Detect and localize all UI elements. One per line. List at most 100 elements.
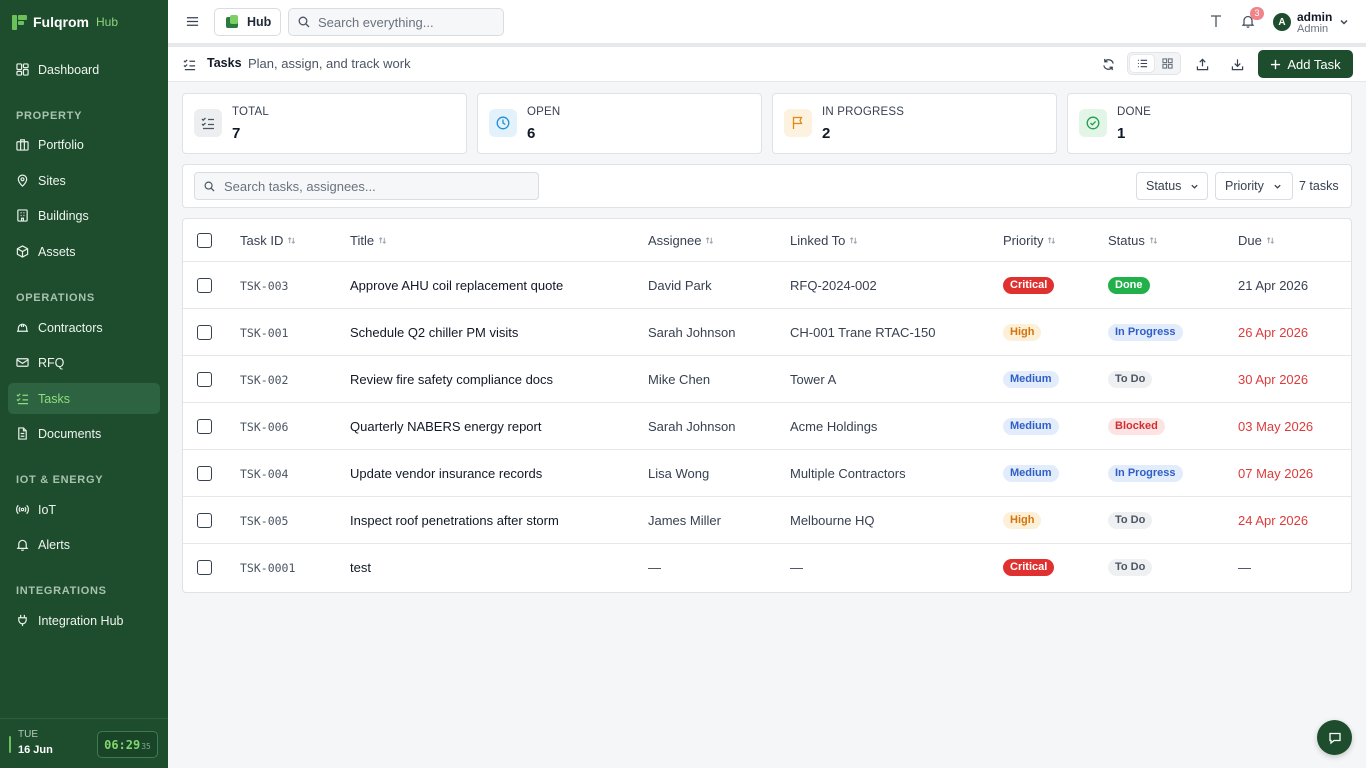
task-id: TSK-004: [240, 467, 289, 481]
sidebar-item-documents[interactable]: Documents: [8, 418, 160, 449]
column-header-priority[interactable]: Priority: [1003, 233, 1056, 248]
table-row[interactable]: TSK-001 Schedule Q2 chiller PM visits Sara…: [183, 309, 1351, 356]
row-checkbox[interactable]: [197, 560, 212, 575]
sidebar-item-rfq[interactable]: RFQ: [8, 347, 160, 378]
task-title[interactable]: test: [350, 560, 371, 575]
column-header-status[interactable]: Status: [1108, 233, 1158, 248]
notification-count-badge: 3: [1250, 7, 1264, 20]
task-linked-to: CH-001 Trane RTAC-150: [790, 325, 936, 340]
task-search-input[interactable]: Search tasks, assignees...: [194, 172, 539, 200]
task-title[interactable]: Approve AHU coil replacement quote: [350, 278, 563, 293]
refresh-button[interactable]: [1096, 53, 1120, 75]
sidebar-item-integration-hub[interactable]: Integration Hub: [8, 605, 160, 636]
section-heading-integrations: INTEGRATIONS: [16, 585, 107, 597]
row-checkbox[interactable]: [197, 278, 212, 293]
status-badge: In Progress: [1108, 465, 1183, 482]
task-due-date: 03 May 2026: [1238, 419, 1314, 434]
stat-value: 2: [822, 125, 831, 142]
clock-seconds: 35: [141, 741, 151, 751]
section-heading-iot-energy: IOT & ENERGY: [16, 474, 104, 486]
table-header: Task ID Title Assignee Linked To Priorit…: [183, 219, 1351, 262]
hub-label: Hub: [247, 15, 272, 29]
row-checkbox[interactable]: [197, 466, 212, 481]
user-name[interactable]: admin: [1297, 10, 1332, 24]
table-row[interactable]: TSK-004 Update vendor insurance records Li…: [183, 450, 1351, 497]
section-heading-property: PROPERTY: [16, 110, 83, 122]
export-button[interactable]: [1190, 53, 1214, 75]
priority-badge: Critical: [1003, 559, 1055, 576]
user-role: Admin: [1297, 23, 1329, 35]
task-linked-to: RFQ-2024-002: [790, 278, 877, 293]
sidebar-item-dashboard[interactable]: Dashboard: [8, 54, 160, 85]
sidebar-item-alerts[interactable]: Alerts: [8, 529, 160, 560]
radio-icon: [16, 504, 29, 515]
task-linked-to: Melbourne HQ: [790, 513, 875, 528]
table-row[interactable]: TSK-005 Inspect roof penetrations after s…: [183, 497, 1351, 544]
sort-icon: [706, 237, 714, 244]
table-row[interactable]: TSK-003 Approve AHU coil replacement quot…: [183, 262, 1351, 309]
task-assignee: Sarah Johnson: [648, 325, 736, 340]
stat-card-in-progress: IN PROGRESS 2: [772, 93, 1057, 154]
task-title[interactable]: Update vendor insurance records: [350, 466, 542, 481]
table-row[interactable]: TSK-006 Quarterly NABERS energy report Sar…: [183, 403, 1351, 450]
task-id: TSK-003: [240, 279, 289, 293]
list-checks-icon: [201, 117, 214, 130]
page-header: Tasks Plan, assign, and track work Add T…: [168, 47, 1366, 82]
sidebar-item-sites[interactable]: Sites: [8, 165, 160, 196]
sidebar-item-buildings[interactable]: Buildings: [8, 200, 160, 231]
grid-view-button[interactable]: [1155, 55, 1179, 72]
hub-switcher[interactable]: Hub: [214, 8, 281, 36]
task-count: 7 tasks: [1299, 179, 1339, 193]
table-row[interactable]: TSK-0001 test — — Critical To Do —: [183, 544, 1351, 591]
chat-button[interactable]: [1317, 720, 1352, 755]
row-checkbox[interactable]: [197, 419, 212, 434]
add-task-button[interactable]: Add Task: [1258, 50, 1353, 78]
priority-filter-select[interactable]: Priority: [1215, 172, 1293, 200]
task-title[interactable]: Inspect roof penetrations after storm: [350, 513, 559, 528]
select-all-checkbox[interactable]: [197, 233, 212, 248]
stat-card-done: DONE 1: [1067, 93, 1352, 154]
plug-icon: [18, 614, 27, 627]
priority-badge: Medium: [1003, 371, 1059, 388]
global-search-input[interactable]: Search everything...: [288, 8, 504, 36]
column-header-task-id[interactable]: Task ID: [240, 233, 296, 248]
status-badge: To Do: [1108, 559, 1153, 576]
download-button[interactable]: [1225, 53, 1249, 75]
task-title[interactable]: Review fire safety compliance docs: [350, 372, 553, 387]
bell-icon: [16, 539, 29, 551]
menu-icon[interactable]: [186, 15, 199, 28]
row-checkbox[interactable]: [197, 325, 212, 340]
add-task-label: Add Task: [1287, 56, 1341, 72]
sidebar-item-tasks[interactable]: Tasks: [8, 383, 160, 414]
task-assignee: Sarah Johnson: [648, 419, 736, 434]
column-header-title[interactable]: Title: [350, 233, 387, 248]
column-header-due[interactable]: Due: [1238, 233, 1275, 248]
view-toggle: [1127, 52, 1181, 75]
task-title[interactable]: Quarterly NABERS energy report: [350, 419, 541, 434]
column-header-label: Due: [1238, 233, 1262, 248]
flag-icon: [792, 116, 803, 129]
sidebar-item-assets[interactable]: Assets: [8, 236, 160, 267]
column-header-linked-to[interactable]: Linked To: [790, 233, 858, 248]
stat-value: 6: [527, 125, 536, 142]
status-filter-select[interactable]: Status: [1136, 172, 1208, 200]
chevron-down-icon[interactable]: [1339, 17, 1349, 27]
sidebar-item-portfolio[interactable]: Portfolio: [8, 129, 160, 160]
table-row[interactable]: TSK-002 Review fire safety compliance doc…: [183, 356, 1351, 403]
row-checkbox[interactable]: [197, 513, 212, 528]
download-icon: [1231, 58, 1243, 70]
sort-icon: [1149, 237, 1157, 244]
row-checkbox[interactable]: [197, 372, 212, 387]
column-header-assignee[interactable]: Assignee: [648, 233, 714, 248]
clock-time: 06:29: [104, 737, 141, 752]
global-search-placeholder: Search everything...: [318, 14, 434, 30]
brand[interactable]: Fulqrom Hub: [0, 0, 168, 44]
task-title[interactable]: Schedule Q2 chiller PM visits: [350, 325, 518, 340]
hub-logo-icon: [226, 15, 238, 28]
sidebar-item-label: Dashboard: [38, 62, 100, 77]
list-view-button[interactable]: [1130, 55, 1154, 72]
sidebar-item-contractors[interactable]: Contractors: [8, 312, 160, 343]
avatar[interactable]: A: [1273, 13, 1291, 31]
sidebar-item-iot[interactable]: IoT: [8, 494, 160, 525]
text-size-icon[interactable]: [1209, 14, 1223, 28]
